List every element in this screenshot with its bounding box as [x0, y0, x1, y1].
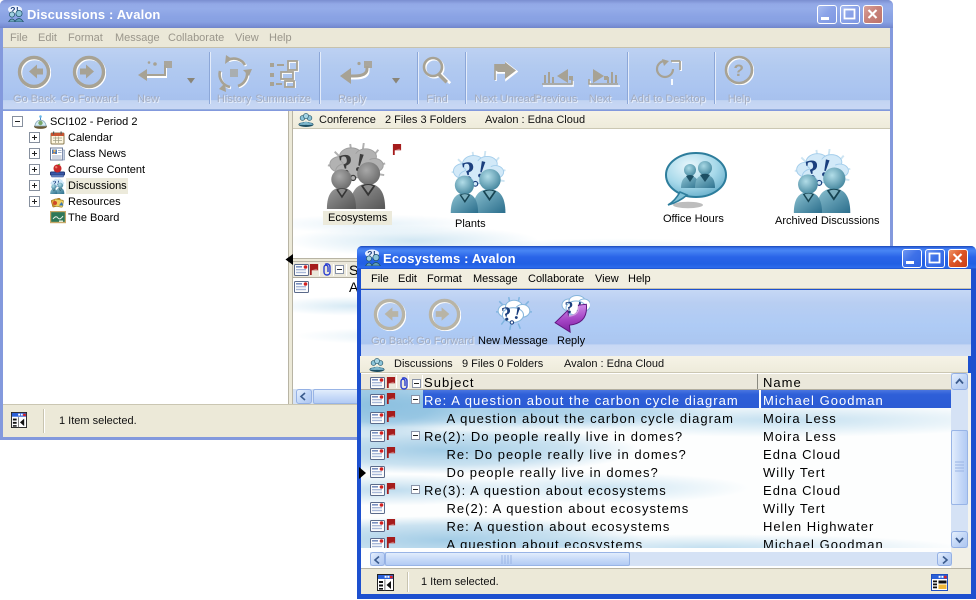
svg-text:?: ?	[734, 61, 744, 80]
